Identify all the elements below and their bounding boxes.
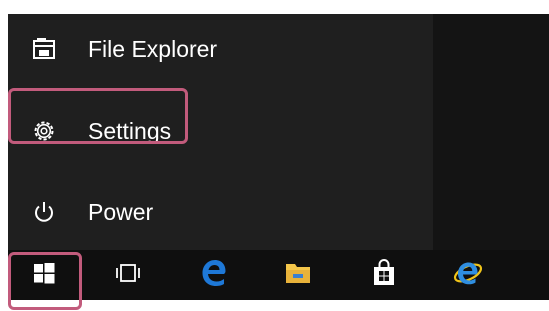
internet-explorer-button[interactable] [440,250,496,300]
internet-explorer-icon [452,258,484,293]
menu-item-power[interactable]: Power [8,189,433,235]
menu-item-label: Settings [88,118,172,144]
menu-item-file-explorer[interactable]: File Explorer [8,26,433,72]
edge-icon [199,258,229,293]
desktop-screen: File Explorer Settings Power [0,0,549,311]
file-explorer-icon [30,35,58,63]
task-view-icon [115,262,141,289]
folder-icon [284,260,312,291]
gear-icon [30,117,58,145]
menu-item-label: File Explorer [88,36,218,62]
edge-button[interactable] [186,250,242,300]
task-view-button[interactable] [100,250,156,300]
power-icon [30,198,58,226]
store-button[interactable] [356,250,412,300]
menu-item-label: Power [88,199,154,225]
taskbar [8,250,549,300]
start-button[interactable] [16,250,72,300]
menu-item-settings[interactable]: Settings [8,108,433,154]
start-menu-list: File Explorer Settings Power [8,14,433,250]
windows-start-icon [32,261,56,290]
start-menu: File Explorer Settings Power [8,14,549,250]
start-tile-area [433,14,549,250]
store-icon [372,258,396,292]
file-explorer-button[interactable] [270,250,326,300]
